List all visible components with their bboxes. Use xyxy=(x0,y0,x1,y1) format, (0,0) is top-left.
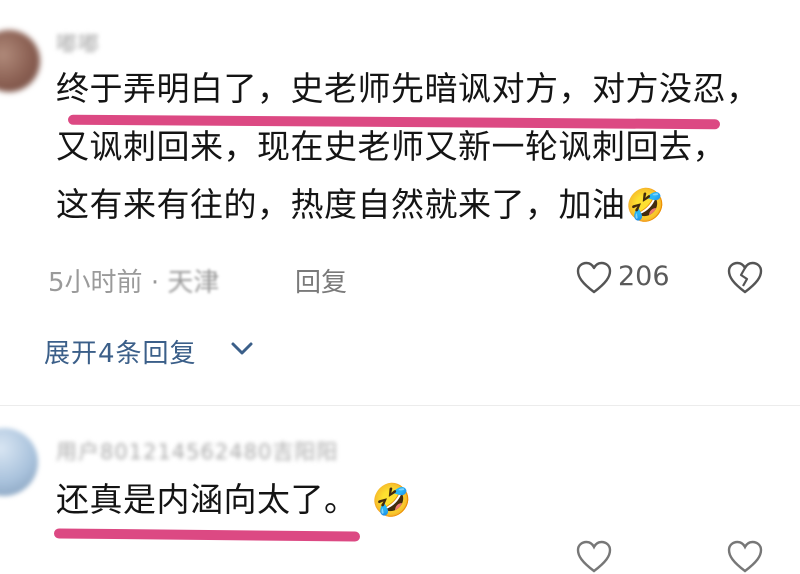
heart-icon xyxy=(576,540,612,573)
comment-username[interactable]: 用户801214562480吉阳阳 xyxy=(56,436,338,466)
like-button[interactable] xyxy=(576,261,612,295)
comment-line: 终于弄明白了，史老师先暗讽对方，对方没忍， xyxy=(56,69,760,108)
broken-heart-icon xyxy=(727,540,763,573)
comment-line-text: 还真是内涵向太了。 xyxy=(56,480,358,519)
comment-time: 5小时前 xyxy=(48,268,143,298)
broken-heart-icon xyxy=(727,261,763,294)
avatar[interactable] xyxy=(0,428,38,496)
comment-line-text: 这有来有往的，热度自然就来了，加油 xyxy=(56,185,626,224)
highlight-underline xyxy=(53,528,361,542)
reply-button[interactable]: 回复 xyxy=(295,262,347,299)
comment-body: 终于弄明白了，史老师先暗讽对方，对方没忍， 又讽刺回来，现在史老师又新一轮讽刺回… xyxy=(56,60,760,234)
comment-body: 还真是内涵向太了。 🤣 xyxy=(56,471,412,529)
comment-meta: 5小时前 · 天津 xyxy=(48,262,219,299)
comment-username[interactable]: 嘟嘟 xyxy=(56,28,100,58)
comment-divider xyxy=(0,405,800,406)
laughing-emoji-icon: 🤣 xyxy=(625,186,666,224)
dislike-button[interactable] xyxy=(726,540,764,574)
meta-separator: · xyxy=(150,268,168,298)
like-button[interactable] xyxy=(576,540,612,574)
heart-icon xyxy=(576,261,612,294)
avatar[interactable] xyxy=(0,30,40,92)
like-count: 206 xyxy=(618,261,670,292)
chevron-down-icon xyxy=(229,340,255,358)
dislike-button[interactable] xyxy=(726,261,764,295)
comment-line: 这有来有往的，热度自然就来了，加油🤣 xyxy=(56,176,760,234)
expand-replies-button[interactable]: 展开4条回复 xyxy=(44,333,197,370)
comment-location: 天津 xyxy=(167,268,220,298)
expand-replies-label: 展开4条回复 xyxy=(44,339,197,369)
laughing-emoji-icon: 🤣 xyxy=(371,481,412,519)
